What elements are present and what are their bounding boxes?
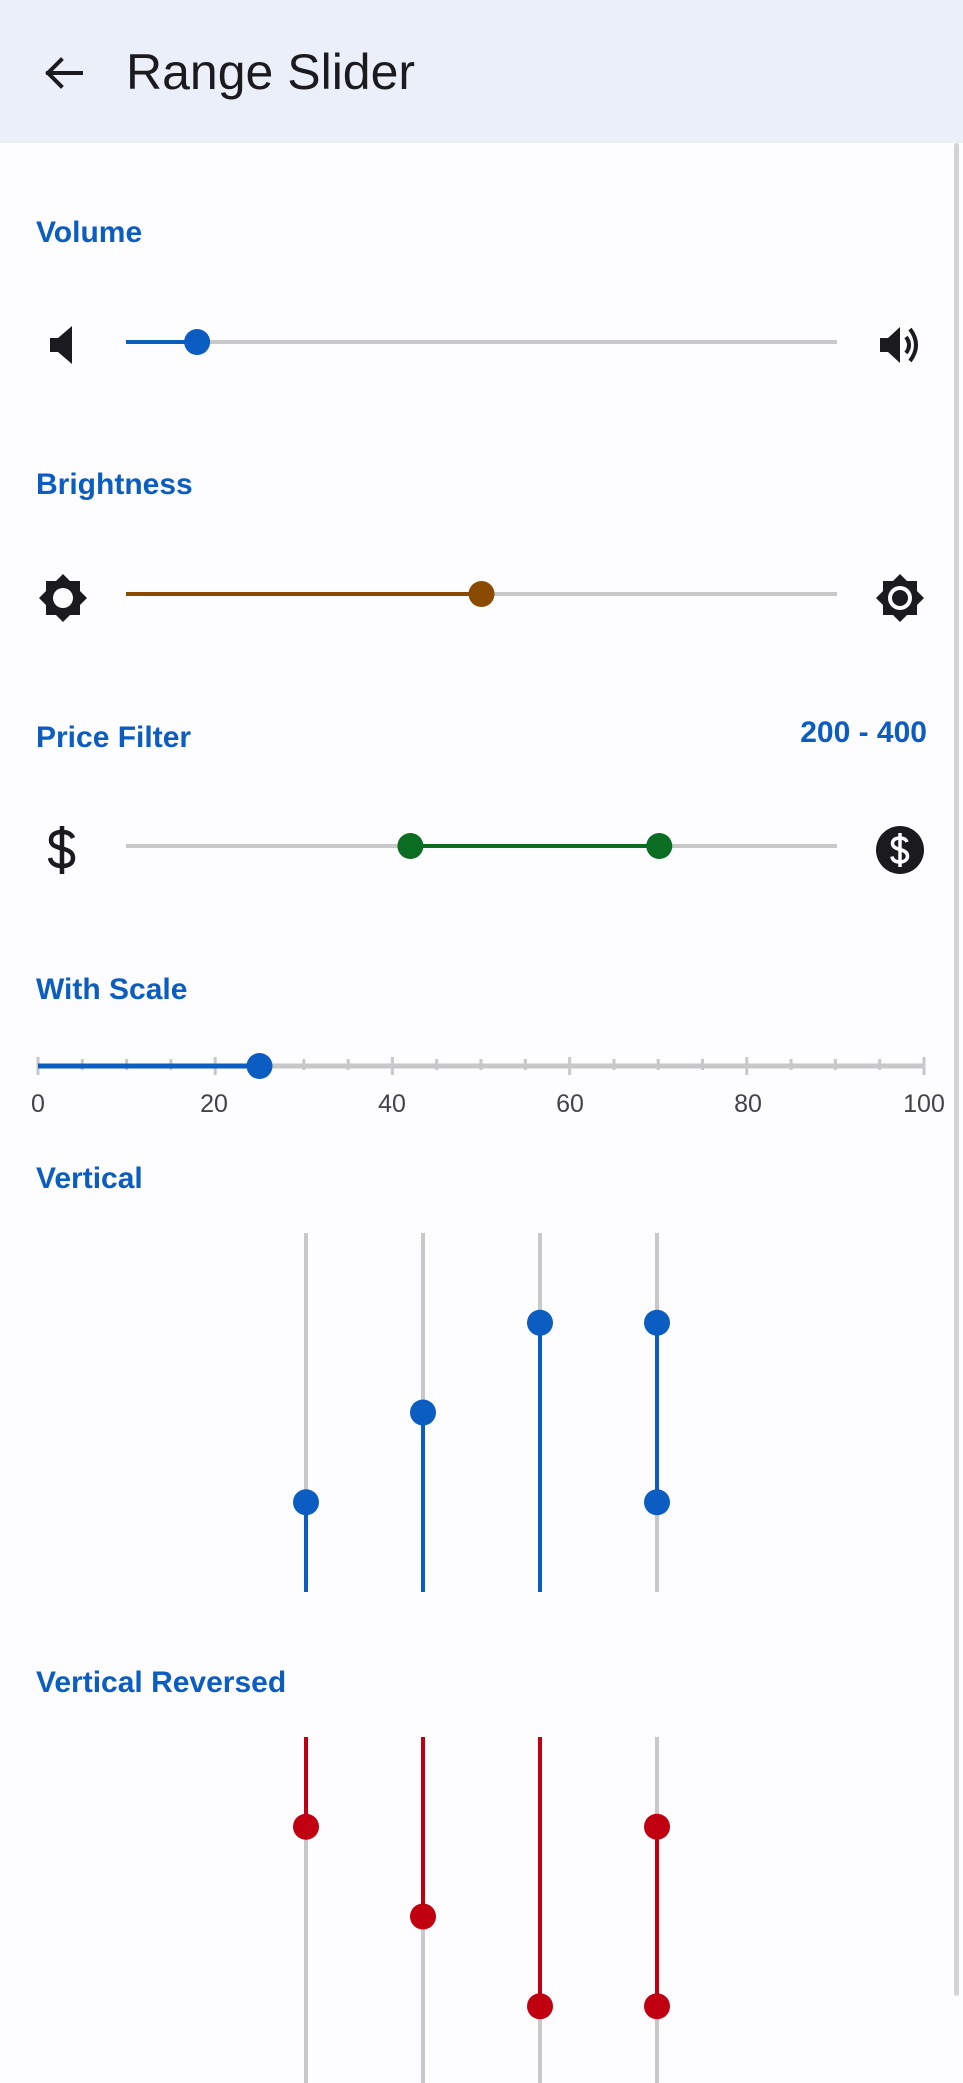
price-end-thumb[interactable] [646, 833, 673, 859]
vertical-start-thumb[interactable] [644, 1489, 670, 1516]
price-start-thumb[interactable] [397, 833, 424, 859]
vertical-reversed-end-thumb[interactable] [293, 1813, 319, 1840]
vertical-end-thumb[interactable] [527, 1309, 553, 1336]
slider-canvas [36, 329, 926, 2083]
vertical-reversed-start-thumb[interactable] [644, 1813, 670, 1840]
vertical-end-thumb[interactable] [410, 1399, 436, 1426]
vertical-reversed-end-thumb[interactable] [527, 1993, 553, 2020]
vertical-end-thumb[interactable] [293, 1489, 319, 1516]
vertical-reversed-end-thumb[interactable] [644, 1993, 670, 2020]
scale-thumb[interactable] [246, 1053, 273, 1079]
vertical-reversed-end-thumb[interactable] [410, 1903, 436, 1930]
brightness-thumb[interactable] [468, 581, 495, 607]
vertical-end-thumb[interactable] [644, 1309, 670, 1336]
volume-thumb[interactable] [184, 329, 211, 355]
